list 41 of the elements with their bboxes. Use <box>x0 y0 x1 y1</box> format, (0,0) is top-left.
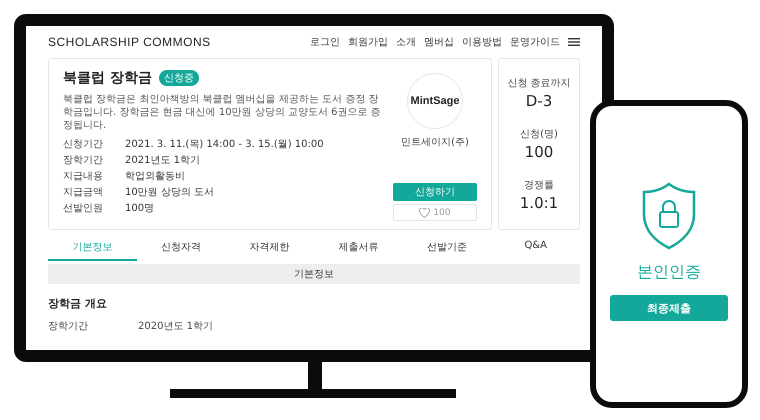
nav-link[interactable]: 로그인 <box>310 35 340 49</box>
detail-label: 장학기간 <box>63 154 104 167</box>
site-logo[interactable]: SCHOLARSHIP COMMONS <box>48 35 211 49</box>
stat-value: 1.0:1 <box>520 194 558 212</box>
stat-value: 100 <box>524 142 554 161</box>
stat-label: 경쟁률 <box>524 179 554 192</box>
tab[interactable]: 신청자격 <box>136 236 226 261</box>
section-title: 장학금 개요 <box>48 296 108 311</box>
nav-link[interactable]: 이용방법 <box>462 35 502 49</box>
scholarship-title: 북클럽 장학금 <box>63 69 152 87</box>
section-header: 기본정보 <box>48 264 580 284</box>
overview-label: 장학기간 <box>48 320 89 333</box>
overview-value: 2020년도 1학기 <box>138 320 213 333</box>
tab[interactable]: 제출서류 <box>314 236 403 261</box>
stat-label: 신청(명) <box>520 128 558 141</box>
sponsor-name: 민트세이지(주) <box>401 136 469 149</box>
shield-lock-icon <box>641 182 697 250</box>
nav-link[interactable]: 소개 <box>396 35 416 49</box>
detail-value: 학업외활동비 <box>125 170 185 183</box>
detail-value: 100명 <box>125 202 154 215</box>
verification-title: 본인인증 <box>637 262 701 283</box>
detail-value: 2021. 3. 11.(목) 14:00 - 3. 15.(월) 10:00 <box>125 138 324 151</box>
detail-label: 신청기간 <box>63 138 104 151</box>
sponsor-logo: MintSage <box>407 73 463 129</box>
detail-value: 2021년도 1학기 <box>125 154 200 167</box>
detail-value: 10만원 상당의 도서 <box>125 186 214 199</box>
tab[interactable]: 자격제한 <box>225 236 314 261</box>
menu-icon[interactable] <box>568 38 580 46</box>
detail-label: 지급금액 <box>63 186 104 199</box>
scholarship-description: 북클럽 장학금은 최인아책방의 북클럽 멤버십을 제공하는 도서 증정 장학금입니다. 장학금은 현금 대신에 10만원 상당의 교양도서 6권으로 증정됩니다. <box>63 93 382 132</box>
tab[interactable]: 선발기준 <box>402 236 492 261</box>
heart-icon <box>419 208 430 218</box>
stat-value: D-3 <box>526 92 552 110</box>
nav-link[interactable]: 운영가이드 <box>510 35 560 49</box>
stat-label: 신청 종료까지 <box>507 76 571 90</box>
detail-label: 지급내용 <box>63 170 104 183</box>
nav-link[interactable]: 회원가입 <box>348 35 388 49</box>
detail-label: 선발인원 <box>63 202 104 215</box>
status-badge: 신청중 <box>158 70 199 86</box>
tab[interactable]: Q&A <box>491 236 580 261</box>
nav-link[interactable]: 멤버십 <box>424 35 454 49</box>
